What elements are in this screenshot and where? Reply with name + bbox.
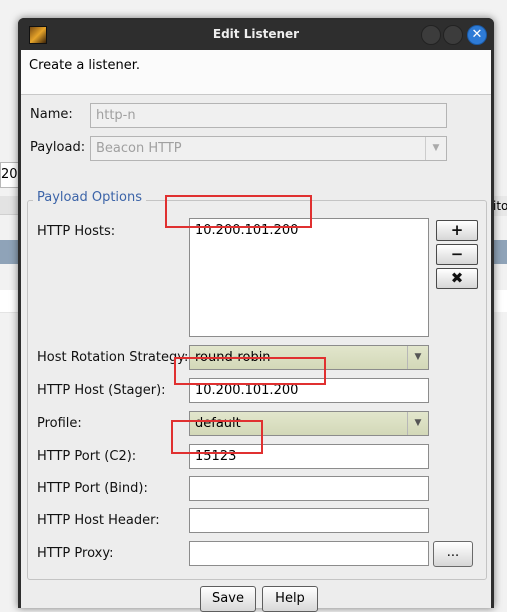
description-panel: Create a listener. (21, 50, 491, 95)
title-bar[interactable]: Edit Listener ✕ (18, 18, 494, 50)
background-row (492, 290, 507, 312)
remove-host-button[interactable]: − (436, 244, 478, 265)
save-button[interactable]: Save (200, 586, 256, 612)
plus-icon: + (450, 221, 464, 239)
port-bind-label: HTTP Port (Bind): (37, 481, 148, 496)
maximize-button[interactable] (443, 25, 463, 45)
add-host-button[interactable]: + (436, 220, 478, 241)
proxy-field[interactable] (189, 541, 429, 566)
payload-select[interactable]: Beacon HTTP ▼ (90, 136, 447, 161)
payload-value: Beacon HTTP (96, 141, 182, 156)
proxy-label: HTTP Proxy: (37, 546, 114, 561)
edit-listener-dialog: Edit Listener ✕ Create a listener. Name:… (18, 18, 494, 612)
highlight-box (171, 420, 263, 454)
chevron-down-icon: ▼ (407, 412, 428, 435)
http-hosts-list[interactable]: 10.200.101.200 (189, 218, 429, 337)
clear-hosts-button[interactable]: ✖ (436, 268, 478, 289)
close-icon: ✕ (471, 27, 483, 42)
minimize-button[interactable] (421, 25, 441, 45)
host-rotation-label: Host Rotation Strategy: (37, 350, 189, 365)
help-button[interactable]: Help (262, 586, 318, 612)
name-field[interactable]: http-n (90, 103, 447, 128)
host-header-label: HTTP Host Header: (37, 513, 160, 528)
payload-options-title: Payload Options (33, 190, 146, 205)
close-button[interactable]: ✕ (467, 25, 487, 45)
proxy-browse-button[interactable]: ... (433, 541, 473, 567)
minus-icon: − (450, 245, 464, 263)
background-selected-row (492, 240, 507, 264)
highlight-box (165, 195, 312, 228)
dialog-body: Create a listener. Name: http-n Payload:… (21, 50, 491, 612)
name-label: Name: (30, 107, 73, 122)
stager-host-label: HTTP Host (Stager): (37, 383, 166, 398)
port-bind-field[interactable] (189, 476, 429, 501)
chevron-down-icon: ▼ (425, 137, 446, 160)
profile-label: Profile: (37, 416, 82, 431)
chevron-down-icon: ▼ (407, 346, 428, 369)
x-icon: ✖ (450, 269, 464, 287)
http-hosts-label: HTTP Hosts: (37, 224, 116, 239)
port-c2-label: HTTP Port (C2): (37, 449, 137, 464)
host-header-field[interactable] (189, 508, 429, 533)
payload-label: Payload: (30, 140, 86, 155)
highlight-box (174, 357, 326, 385)
description-text: Create a listener. (29, 58, 141, 73)
background-tab-fragment: ito (492, 196, 507, 216)
